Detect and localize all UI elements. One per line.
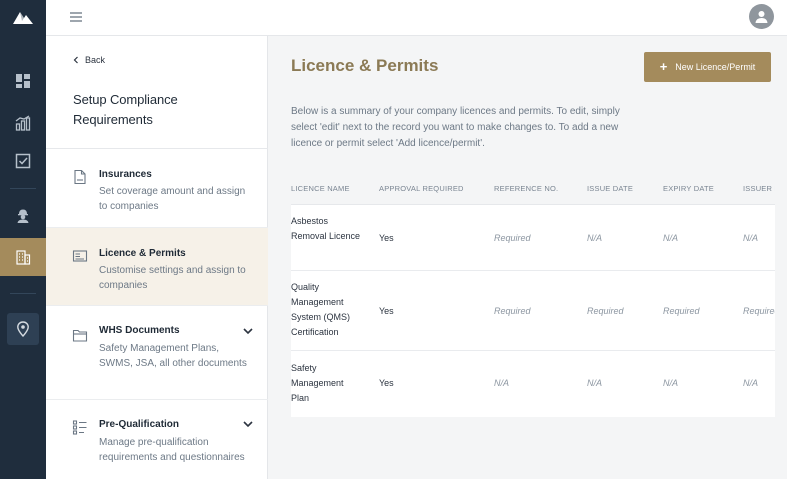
- checklist-icon: [15, 153, 31, 169]
- top-bar: [46, 0, 787, 36]
- column-header[interactable]: APPROVAL REQUIRED: [379, 184, 464, 193]
- approval-required: Yes: [379, 306, 394, 316]
- nav-dashboard[interactable]: [0, 64, 46, 98]
- table-row[interactable]: Safety Management Plan Yes N/A N/A N/A N…: [291, 351, 775, 417]
- column-header[interactable]: REFERENCE NO.: [494, 184, 558, 193]
- column-header[interactable]: LICENCE NAME: [291, 184, 350, 193]
- plus-icon: +: [659, 59, 668, 74]
- issue-date: N/A: [587, 378, 603, 388]
- item-title: Insurances: [99, 169, 152, 180]
- licences-table: LICENCE NAME APPROVAL REQUIRED REFERENCE…: [291, 172, 775, 417]
- panel-title: Setup Compliance Requirements: [73, 92, 178, 127]
- licence-name: Asbestos Removal Licence: [291, 216, 361, 241]
- chevron-down-icon[interactable]: [242, 325, 254, 337]
- page-title: Licence & Permits: [291, 56, 439, 75]
- checklist-icon: [72, 420, 87, 435]
- nav-reports[interactable]: [0, 106, 46, 140]
- column-header[interactable]: ISSUE DATE: [587, 184, 633, 193]
- issuer-name: Required: [743, 306, 775, 316]
- approval-required: Yes: [379, 233, 394, 243]
- licence-name: Quality Management System (QMS) Certific…: [291, 282, 351, 337]
- reference-no: Required: [494, 306, 531, 316]
- chart-icon: [15, 115, 31, 131]
- page-summary: Below is a summary of your company licen…: [291, 106, 620, 149]
- new-button-label: New Licence/Permit: [675, 62, 756, 72]
- menu-item-whs-documents[interactable]: WHS Documents Safety Management Plans, S…: [46, 306, 268, 400]
- column-header[interactable]: ISSUER NAME: [743, 184, 775, 193]
- column-header[interactable]: EXPIRY DATE: [663, 184, 714, 193]
- nav-workers[interactable]: [0, 199, 46, 233]
- logo-icon[interactable]: [11, 8, 35, 26]
- user-silhouette-icon: [755, 11, 768, 23]
- item-title: WHS Documents: [99, 325, 180, 336]
- dashboard-icon: [16, 74, 30, 88]
- expiry-date: N/A: [663, 378, 679, 388]
- licence-name: Safety Management Plan: [291, 363, 344, 403]
- issue-date: Required: [587, 306, 624, 316]
- nav-companies[interactable]: [0, 238, 46, 276]
- item-title: Licence & Permits: [99, 248, 186, 259]
- item-title: Pre-Qualification: [99, 419, 180, 430]
- item-desc: Customise settings and assign to compani…: [99, 265, 246, 291]
- reference-no: Required: [494, 233, 531, 243]
- item-desc: Manage pre-qualification requirements an…: [99, 437, 245, 463]
- issue-date: N/A: [587, 233, 603, 243]
- menu-item-licence-permits[interactable]: Licence & Permits Customise settings and…: [46, 228, 268, 306]
- approval-required: Yes: [379, 378, 394, 388]
- sidebar-rail: [0, 0, 46, 479]
- settings-panel: Back Setup Compliance Requirements Insur…: [46, 36, 268, 479]
- chevron-down-icon[interactable]: [242, 418, 254, 430]
- nav-compliance[interactable]: [0, 144, 46, 178]
- rail-divider: [10, 293, 36, 294]
- issuer-name: N/A: [743, 233, 759, 243]
- reference-no: N/A: [494, 378, 510, 388]
- table-row[interactable]: Quality Management System (QMS) Certific…: [291, 271, 775, 351]
- item-desc: Set coverage amount and assign to compan…: [99, 186, 246, 212]
- location-pin-icon: [17, 321, 29, 337]
- building-icon: [16, 250, 31, 265]
- back-label: Back: [85, 55, 106, 65]
- chevron-left-icon: [73, 56, 78, 64]
- document-icon: [74, 169, 86, 185]
- folder-icon: [72, 329, 88, 342]
- worker-icon: [17, 209, 29, 223]
- item-desc: Safety Management Plans, SWMS, JSA, all …: [99, 343, 247, 369]
- expiry-date: N/A: [663, 233, 679, 243]
- issuer-name: N/A: [743, 378, 759, 388]
- table-header: LICENCE NAME APPROVAL REQUIRED REFERENCE…: [291, 172, 775, 205]
- user-avatar-icon[interactable]: [749, 4, 774, 29]
- back-link[interactable]: Back: [73, 55, 105, 65]
- menu-icon[interactable]: [69, 10, 83, 24]
- new-licence-permit-button[interactable]: + New Licence/Permit: [644, 52, 771, 82]
- menu-item-pre-qualification[interactable]: Pre-Qualification Manage pre-qualificati…: [46, 400, 268, 479]
- menu-item-insurances[interactable]: Insurances Set coverage amount and assig…: [46, 149, 268, 228]
- rail-divider: [10, 188, 36, 189]
- licence-card-icon: [72, 250, 88, 262]
- expiry-date: Required: [663, 306, 700, 316]
- table-row[interactable]: Asbestos Removal Licence Yes Required N/…: [291, 205, 775, 271]
- nav-locations[interactable]: [7, 313, 39, 345]
